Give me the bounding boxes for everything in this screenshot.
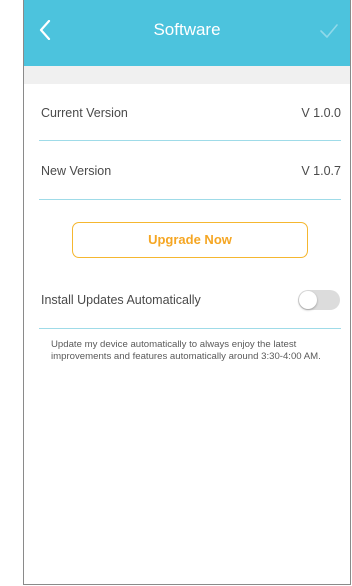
- header-spacer: [24, 66, 350, 84]
- auto-update-row: Install Updates Automatically: [39, 288, 341, 312]
- divider: [39, 199, 341, 200]
- page-title: Software: [153, 20, 221, 39]
- current-version-value: V 1.0.0: [301, 106, 341, 120]
- app-screen: Software Current Version V 1.0.0 New Ver…: [23, 0, 351, 585]
- current-version-label: Current Version: [41, 106, 128, 120]
- upgrade-now-button[interactable]: Upgrade Now: [72, 222, 308, 258]
- checkmark-icon: [319, 23, 339, 44]
- confirm-button[interactable]: [314, 15, 344, 51]
- auto-update-description: Update my device automatically to always…: [51, 339, 321, 362]
- new-version-label: New Version: [41, 164, 112, 178]
- toggle-knob: [299, 291, 317, 309]
- header-bar: Software: [24, 0, 350, 66]
- new-version-row: New Version V 1.0.7: [39, 159, 341, 183]
- divider: [39, 140, 341, 141]
- auto-update-label: Install Updates Automatically: [41, 293, 201, 307]
- current-version-row: Current Version V 1.0.0: [39, 101, 341, 125]
- auto-update-toggle[interactable]: [298, 290, 340, 310]
- divider: [39, 328, 341, 329]
- new-version-value: V 1.0.7: [301, 164, 341, 178]
